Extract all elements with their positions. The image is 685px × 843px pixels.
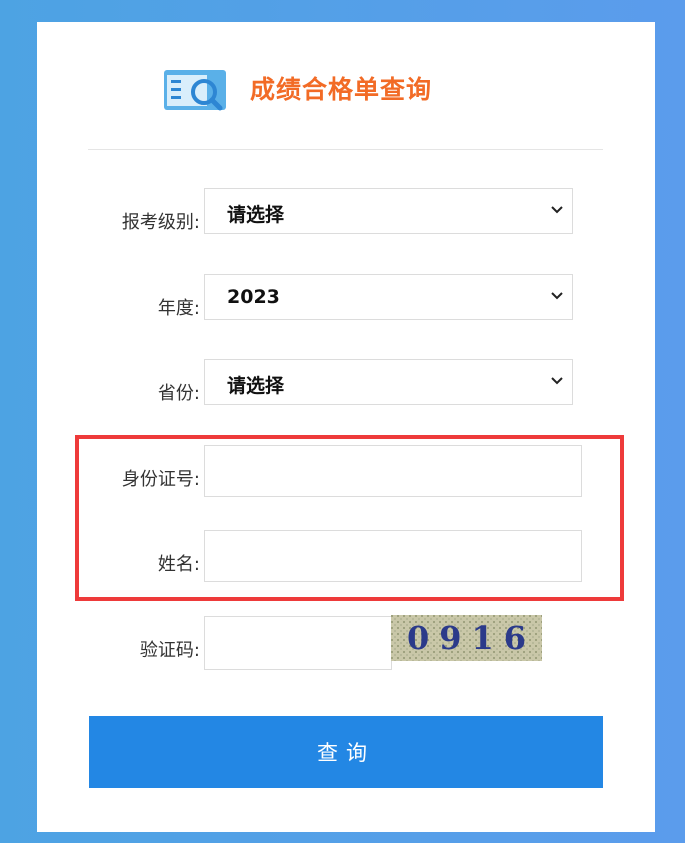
query-card: 成绩合格单查询 报考级别: 请选择 年度: 2023 省份: 请选择 身份证号:…	[37, 22, 655, 832]
chevron-down-icon	[551, 377, 563, 385]
chevron-down-icon	[551, 292, 563, 300]
name-input[interactable]	[204, 530, 582, 582]
id-number-input[interactable]	[204, 445, 582, 497]
year-select-value: 2023	[227, 286, 280, 308]
document-search-icon	[164, 70, 226, 111]
year-select[interactable]: 2023	[204, 274, 573, 320]
query-button[interactable]: 查询	[89, 716, 603, 788]
province-select-value: 请选择	[227, 375, 285, 397]
header: 成绩合格单查询	[37, 22, 655, 152]
province-select[interactable]: 请选择	[204, 359, 573, 405]
captcha-image[interactable]: 0916	[391, 615, 542, 661]
level-select[interactable]: 请选择	[204, 188, 573, 234]
year-label: 年度:	[157, 298, 200, 319]
name-label: 姓名:	[157, 554, 200, 575]
id-number-label: 身份证号:	[121, 469, 200, 490]
captcha-label: 验证码:	[139, 640, 200, 661]
level-select-value: 请选择	[227, 204, 285, 226]
captcha-text: 0916	[407, 619, 536, 657]
divider	[88, 149, 603, 150]
level-label: 报考级别:	[121, 212, 200, 233]
chevron-down-icon	[551, 206, 563, 214]
province-label: 省份:	[157, 383, 200, 404]
page-title: 成绩合格单查询	[250, 75, 433, 104]
captcha-input[interactable]	[204, 616, 392, 670]
